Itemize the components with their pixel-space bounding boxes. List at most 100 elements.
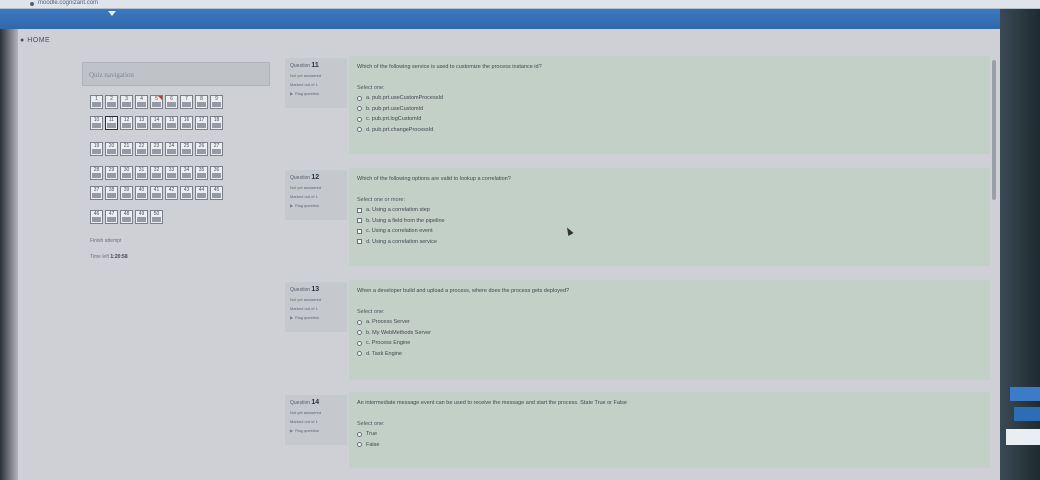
address-bar[interactable]: moodle.cognizant.com bbox=[38, 0, 98, 6]
answer-option[interactable]: b. Using a field from the pipeline bbox=[357, 216, 982, 227]
option-label[interactable]: False bbox=[366, 440, 379, 451]
question-nav-button[interactable]: 29 bbox=[105, 166, 118, 180]
question-nav-button[interactable]: 34 bbox=[180, 166, 193, 180]
answer-option[interactable]: a. Using a correlation step bbox=[357, 205, 982, 216]
breadcrumb-home[interactable]: ● HOME bbox=[20, 37, 50, 44]
question-nav-button[interactable]: 38 bbox=[105, 186, 118, 200]
option-label[interactable]: c. Process Engine bbox=[366, 338, 410, 349]
chevron-down-icon[interactable] bbox=[108, 11, 116, 16]
option-label[interactable]: c. pub.prt.logCustomId bbox=[366, 114, 421, 125]
checkbox[interactable] bbox=[357, 207, 362, 213]
question-nav-button[interactable]: 17 bbox=[195, 116, 208, 130]
question-nav-button[interactable]: 13 bbox=[135, 116, 148, 130]
checkbox[interactable] bbox=[357, 239, 362, 245]
question-nav-button[interactable]: 39 bbox=[120, 186, 133, 200]
option-label[interactable]: d. pub.prt.changeProcessId bbox=[366, 125, 433, 136]
question-nav-button[interactable]: 26 bbox=[195, 142, 208, 156]
question-nav-button[interactable]: 22 bbox=[135, 142, 148, 156]
answer-option[interactable]: a. Process Server bbox=[357, 317, 982, 328]
question-nav-button[interactable]: 11 bbox=[105, 116, 118, 130]
question-nav-button[interactable]: 7 bbox=[180, 95, 193, 109]
answer-option[interactable]: c. Using a correlation event bbox=[357, 226, 982, 237]
question-nav-button[interactable]: 27 bbox=[210, 142, 223, 156]
question-nav-button[interactable]: 16 bbox=[180, 116, 193, 130]
question-nav-button[interactable]: 3 bbox=[120, 95, 133, 109]
radio-button[interactable] bbox=[357, 351, 362, 357]
flag-question-link[interactable]: Flag question bbox=[290, 201, 342, 210]
question-nav-button[interactable]: 33 bbox=[165, 166, 178, 180]
question-nav-button[interactable]: 20 bbox=[105, 142, 118, 156]
radio-button[interactable] bbox=[357, 431, 362, 437]
question-nav-button[interactable]: 2 bbox=[105, 95, 118, 109]
flag-question-link[interactable]: Flag question bbox=[290, 426, 342, 435]
flag-question-link[interactable]: Flag question bbox=[290, 313, 342, 322]
option-label[interactable]: b. My WebMethods Server bbox=[366, 328, 431, 339]
question-nav-button[interactable]: 12 bbox=[120, 116, 133, 130]
option-label[interactable]: c. Using a correlation event bbox=[366, 226, 433, 237]
question-nav-button[interactable]: 41 bbox=[150, 186, 163, 200]
radio-button[interactable] bbox=[357, 442, 362, 448]
question-nav-button[interactable]: 49 bbox=[135, 210, 148, 224]
checkbox[interactable] bbox=[357, 228, 362, 234]
option-label[interactable]: True bbox=[366, 429, 377, 440]
question-nav-button[interactable]: 5 bbox=[150, 95, 163, 109]
question-nav-button[interactable]: 23 bbox=[150, 142, 163, 156]
question-nav-button[interactable]: 40 bbox=[135, 186, 148, 200]
question-nav-button[interactable]: 9 bbox=[210, 95, 223, 109]
radio-button[interactable] bbox=[357, 127, 362, 133]
question-nav-button[interactable]: 47 bbox=[105, 210, 118, 224]
answer-option[interactable]: b. pub.prt.useCustomId bbox=[357, 104, 982, 115]
radio-button[interactable] bbox=[357, 319, 362, 325]
option-label[interactable]: a. Process Server bbox=[366, 317, 410, 328]
option-label[interactable]: a. Using a correlation step bbox=[366, 205, 430, 216]
answer-option[interactable]: d. Using a correlation service bbox=[357, 237, 982, 248]
question-nav-button[interactable]: 30 bbox=[120, 166, 133, 180]
question-nav-button[interactable]: 28 bbox=[90, 166, 103, 180]
question-nav-button[interactable]: 15 bbox=[165, 116, 178, 130]
question-nav-button[interactable]: 21 bbox=[120, 142, 133, 156]
radio-button[interactable] bbox=[357, 95, 362, 101]
question-nav-button[interactable]: 4 bbox=[135, 95, 148, 109]
radio-button[interactable] bbox=[357, 340, 362, 346]
question-nav-button[interactable]: 19 bbox=[90, 142, 103, 156]
answer-option[interactable]: d. Task Engine bbox=[357, 349, 982, 360]
radio-button[interactable] bbox=[357, 330, 362, 336]
option-label[interactable]: a. pub.prt.useCustomProcessId bbox=[366, 93, 443, 104]
question-nav-button[interactable]: 35 bbox=[195, 166, 208, 180]
option-label[interactable]: d. Using a correlation service bbox=[366, 237, 437, 248]
question-nav-button[interactable]: 31 bbox=[135, 166, 148, 180]
question-nav-button[interactable]: 14 bbox=[150, 116, 163, 130]
checkbox[interactable] bbox=[357, 218, 362, 224]
option-label[interactable]: b. pub.prt.useCustomId bbox=[366, 104, 423, 115]
answer-option[interactable]: d. pub.prt.changeProcessId bbox=[357, 125, 982, 136]
question-nav-button[interactable]: 48 bbox=[120, 210, 133, 224]
answer-option[interactable]: True bbox=[357, 429, 982, 440]
question-nav-button[interactable]: 32 bbox=[150, 166, 163, 180]
question-nav-button[interactable]: 43 bbox=[180, 186, 193, 200]
question-nav-button[interactable]: 46 bbox=[90, 210, 103, 224]
question-nav-button[interactable]: 45 bbox=[210, 186, 223, 200]
option-label[interactable]: d. Task Engine bbox=[366, 349, 402, 360]
option-label[interactable]: b. Using a field from the pipeline bbox=[366, 216, 445, 227]
answer-option[interactable]: b. My WebMethods Server bbox=[357, 328, 982, 339]
question-nav-button[interactable]: 18 bbox=[210, 116, 223, 130]
question-nav-button[interactable]: 42 bbox=[165, 186, 178, 200]
question-nav-button[interactable]: 24 bbox=[165, 142, 178, 156]
radio-button[interactable] bbox=[357, 116, 362, 122]
radio-button[interactable] bbox=[357, 106, 362, 112]
question-nav-button[interactable]: 1 bbox=[90, 95, 103, 109]
answer-option[interactable]: a. pub.prt.useCustomProcessId bbox=[357, 93, 982, 104]
question-nav-button[interactable]: 10 bbox=[90, 116, 103, 130]
question-nav-button[interactable]: 50 bbox=[150, 210, 163, 224]
answer-option[interactable]: c. Process Engine bbox=[357, 338, 982, 349]
question-nav-button[interactable]: 8 bbox=[195, 95, 208, 109]
question-nav-button[interactable]: 25 bbox=[180, 142, 193, 156]
flag-question-link[interactable]: Flag question bbox=[290, 89, 342, 98]
scrollbar[interactable] bbox=[992, 60, 996, 200]
question-nav-button[interactable]: 6 bbox=[165, 95, 178, 109]
question-nav-button[interactable]: 37 bbox=[90, 186, 103, 200]
answer-option[interactable]: c. pub.prt.logCustomId bbox=[357, 114, 982, 125]
question-nav-button[interactable]: 36 bbox=[210, 166, 223, 180]
answer-option[interactable]: False bbox=[357, 440, 982, 451]
finish-attempt-link[interactable]: Finish attempt bbox=[90, 238, 121, 244]
